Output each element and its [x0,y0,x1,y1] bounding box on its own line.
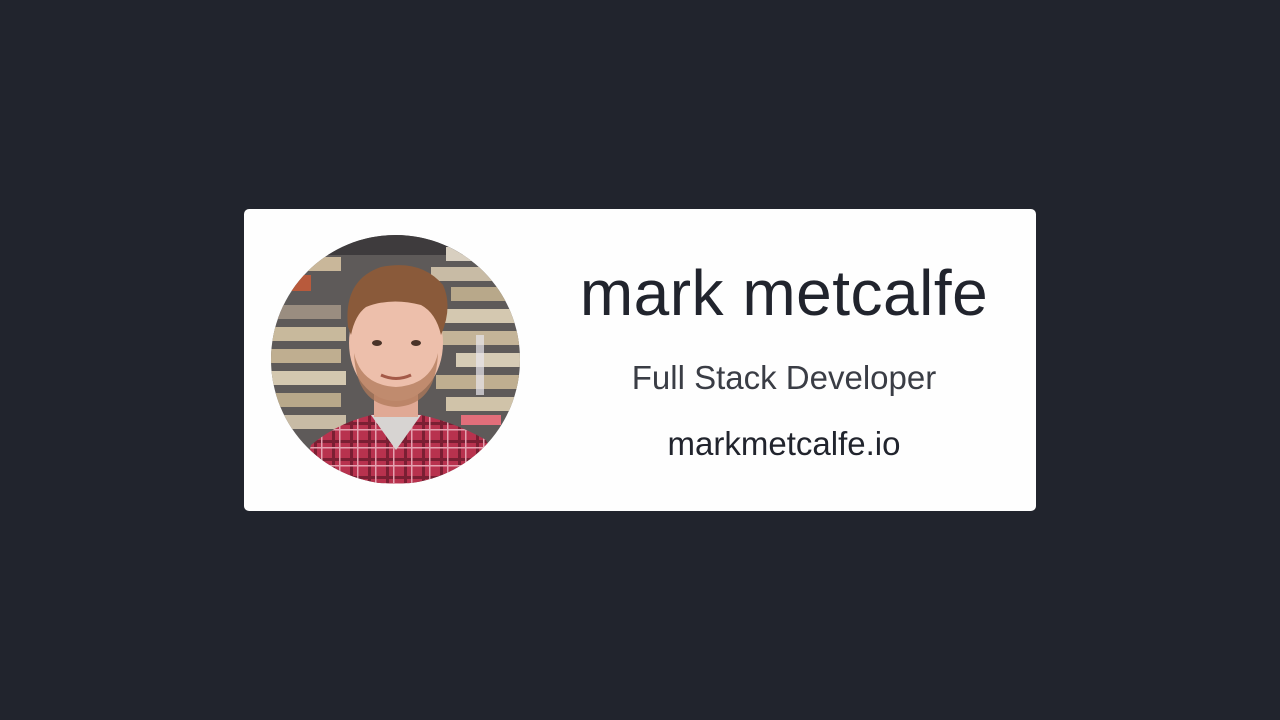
profile-role: Full Stack Developer [631,359,937,396]
profile-card: mark metcalfe Full Stack Developer markm… [244,209,1036,511]
website-link[interactable]: markmetcalfe.io [549,422,1019,466]
profile-photo-icon [271,235,520,484]
profile-info: mark metcalfe Full Stack Developer markm… [549,209,1019,511]
avatar [271,235,520,484]
profile-name: mark metcalfe [579,257,989,329]
